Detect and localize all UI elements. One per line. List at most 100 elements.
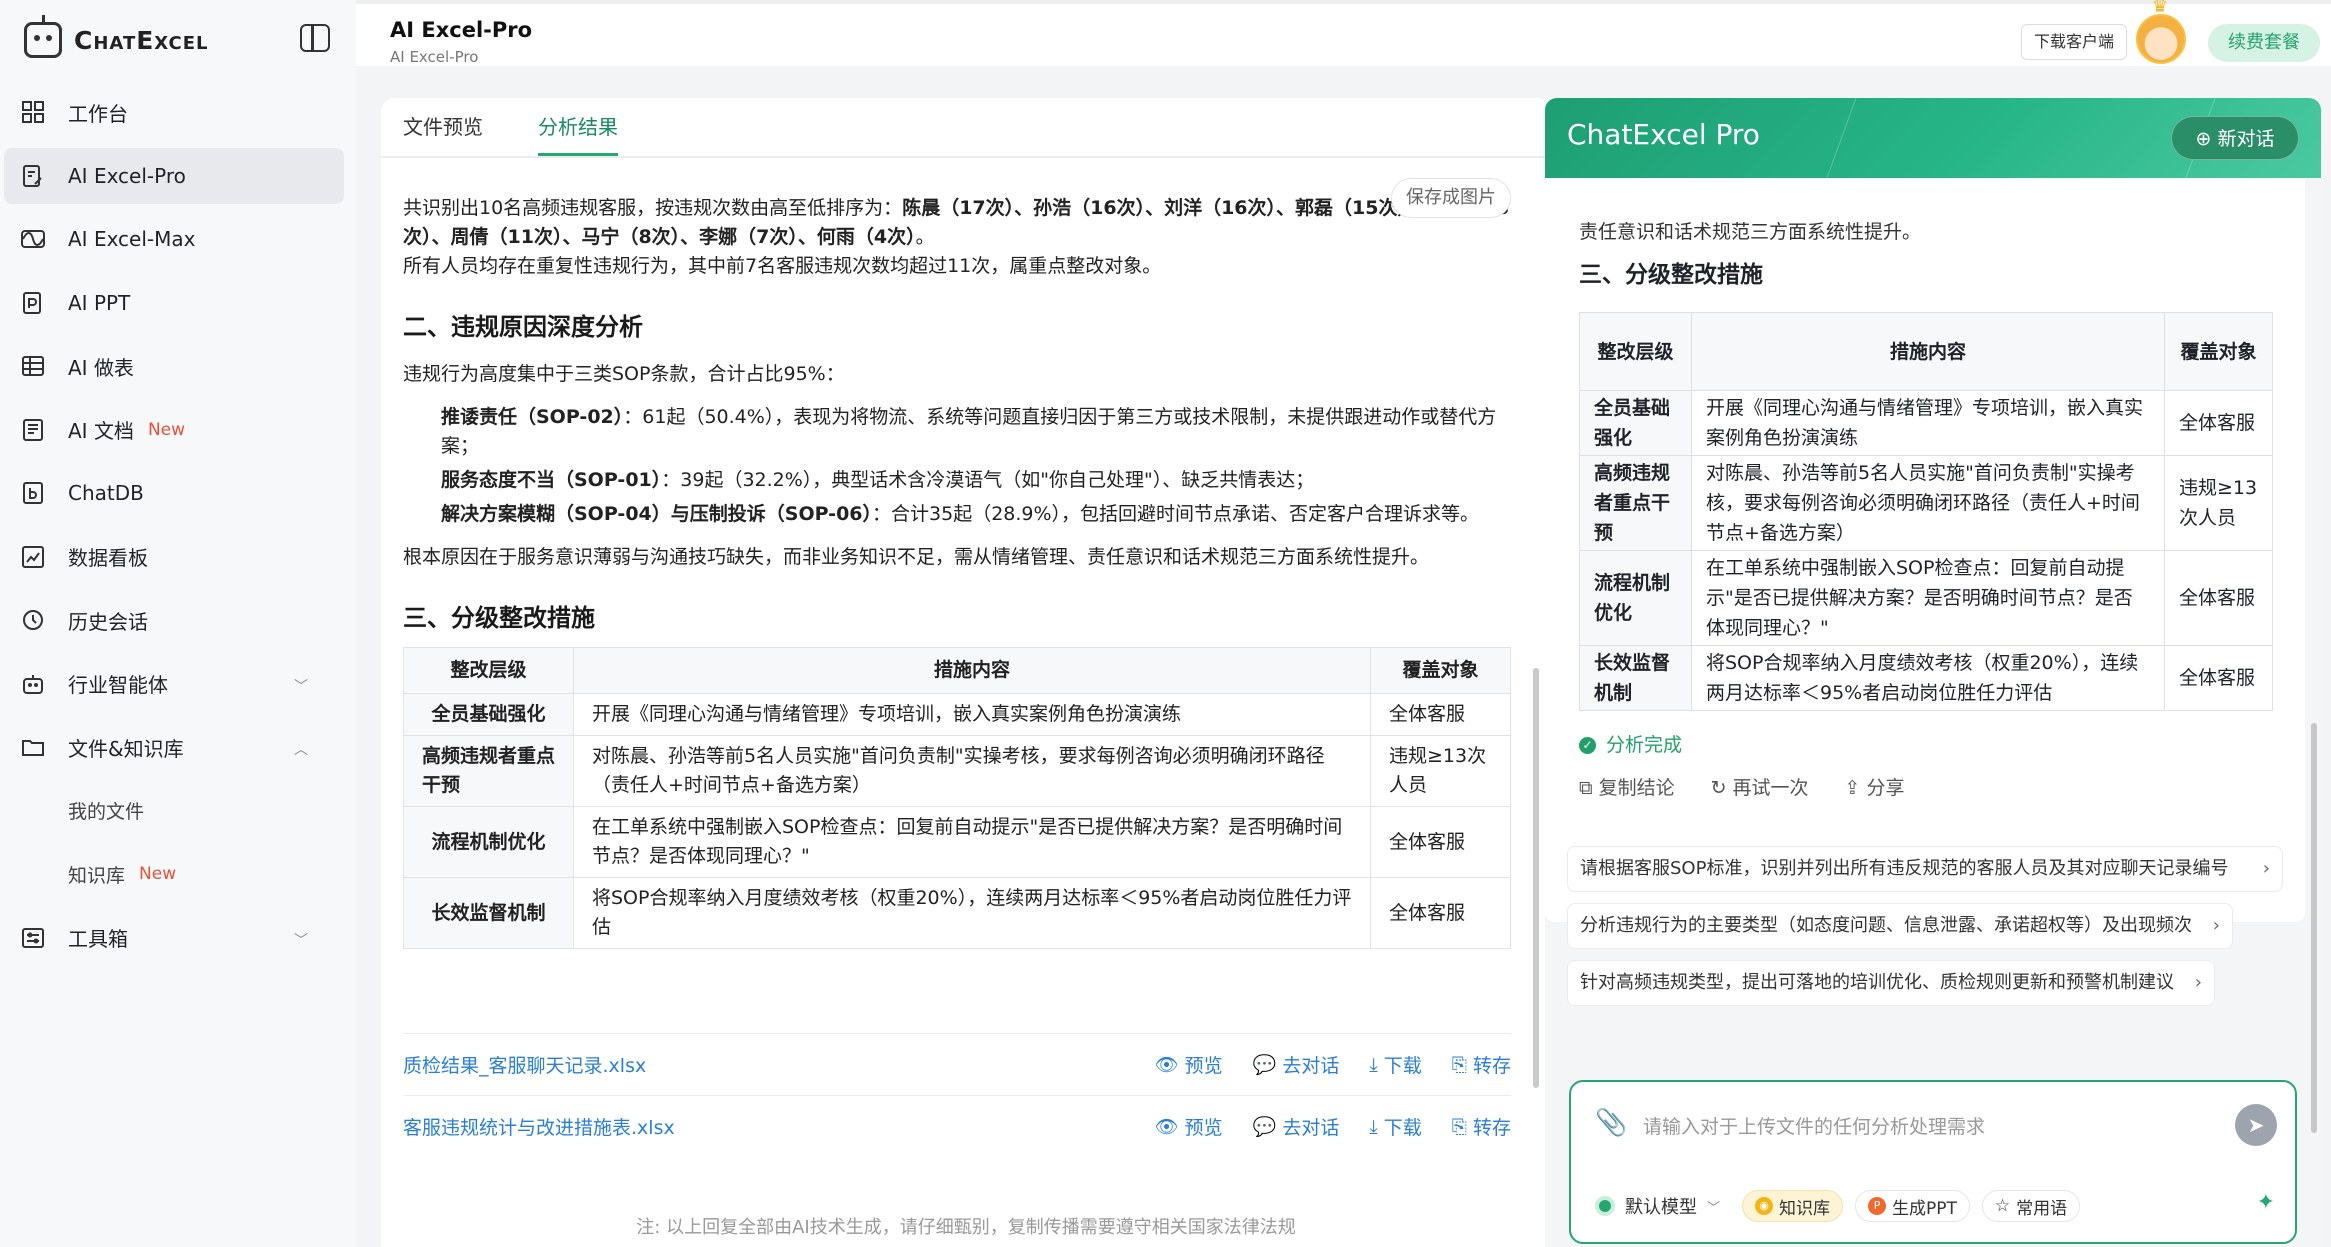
page-title: AI Excel-Pro (390, 18, 533, 42)
chevron-right-icon: › (2262, 858, 2270, 879)
grid-icon (20, 99, 46, 125)
chat-input[interactable]: 请输入对于上传文件的任何分析处理需求 (1643, 1112, 1985, 1139)
check-circle-icon: ✓ (1579, 737, 1596, 754)
status-badge: ✓ 分析完成 (1579, 731, 2281, 760)
sidebar-item-ai-excel-pro[interactable]: AI Excel-Pro (4, 147, 344, 204)
sidebar-item-ai-table[interactable]: AI 做表 (4, 338, 344, 394)
new-badge: New (139, 864, 177, 884)
ppt-badge-icon: P (1868, 1197, 1887, 1215)
sidebar-item-industry-agents[interactable]: 行业智能体 ﹀ (4, 656, 344, 712)
sidebar-item-label: 我的文件 (68, 801, 145, 823)
sidebar-item-chatdb[interactable]: ChatDB (4, 465, 344, 521)
chevron-up-icon: ︿ (294, 742, 308, 758)
chevron-down-icon: ﹀ (1707, 1200, 1721, 1216)
save-to-button[interactable]: ⎘ 转存 (1452, 1051, 1511, 1078)
download-client-button[interactable]: 下载客户端 (2021, 24, 2128, 60)
preview-button[interactable]: 👁 预览 (1155, 1113, 1223, 1140)
renew-plan-button[interactable]: 续费套餐 (2208, 24, 2320, 62)
sidebar-item-ai-ppt[interactable]: AI PPT (4, 275, 344, 331)
app-logo[interactable]: ChatExcel (24, 15, 209, 62)
top-header: AI Excel-Pro AI Excel-Pro 下载客户端 续费套餐 (356, 0, 2331, 66)
section-intro: 违规行为高度集中于三类SOP条款，合计占比95%： (403, 363, 845, 385)
chevron-right-icon: › (2194, 972, 2202, 993)
table-header: 措施内容 (573, 647, 1371, 694)
common-phrases-chip[interactable]: ☆ 常用语 (1981, 1190, 2081, 1222)
section-conclusion: 根本原因在于服务意识薄弱与沟通技巧缺失，而非业务知识不足，需从情绪管理、责任意识… (403, 546, 1430, 568)
sidebar-item-history[interactable]: 历史会话 (4, 592, 344, 648)
file-link[interactable]: 客服违规统计与改进措施表.xlsx (403, 1113, 1125, 1140)
table-row: 高频违规者重点干预 对陈晨、孙浩等前5名人员实施"首问负责制"实操考核，要求每例咨… (1579, 455, 2273, 551)
magic-wand-icon[interactable]: ✦ (2257, 1190, 2275, 1215)
scrollbar[interactable] (1533, 668, 1539, 1088)
suggestion-item[interactable]: 针对高频违规类型，提出可落地的培训优化、质检规则更新和预警机制建议 › (1567, 960, 2215, 1006)
sidebar-item-ai-doc[interactable]: AI 文档 New (4, 402, 344, 458)
retry-button[interactable]: ↻ 再试一次 (1711, 774, 1809, 803)
save-file-icon: ⎘ (1451, 1115, 1467, 1138)
sidebar-item-label: 行业智能体 (68, 673, 168, 697)
table-row: 全员基础强化 开展《同理心沟通与情绪管理》专项培训，嵌入真实案例角色扮演演练 全体客… (1579, 390, 2273, 456)
generate-ppt-chip[interactable]: P 生成PPT (1855, 1190, 1970, 1222)
scrollbar[interactable] (2311, 723, 2317, 1133)
ai-disclaimer: 注: 以上回复全部由AI技术生成，请仔细甄别，复制传播需要遵守相关国家法律法规 (636, 1217, 1296, 1238)
knowledge-base-chip[interactable]: ◉ 知识库 (1742, 1190, 1844, 1222)
sidebar-item-label: 工具箱 (68, 927, 128, 951)
file-link[interactable]: 质检结果_客服聊天记录.xlsx (403, 1051, 1125, 1078)
table-row: 流程机制优化 在工单系统中强制嵌入SOP检查点：回复前自动提示"是否已提供解决方案… (1579, 550, 2273, 646)
tab-divider (381, 156, 1551, 158)
suggestion-item[interactable]: 分析违规行为的主要类型（如态度问题、信息泄露、承诺超权等）及出现频次 › (1567, 903, 2233, 949)
answer-content: 责任意识和话术规范三方面系统性提升。 三、分级整改措施 整改层级 措施内容 覆盖… (1579, 221, 2281, 803)
suggestion-item[interactable]: 请根据客服SOP标准，识别并列出所有违反规范的客服人员及其对应聊天记录编号 › (1567, 846, 2283, 892)
table-icon (20, 353, 46, 379)
table-row: 高频违规者重点干预 对陈晨、孙浩等前5名人员实施"首问负责制"实操考核，要求每例咨… (403, 735, 1511, 807)
eye-icon: 👁 (1154, 1054, 1179, 1076)
sidebar-item-workbench[interactable]: 工作台 (4, 84, 344, 140)
tab-file-preview[interactable]: 文件预览 (403, 98, 483, 156)
summary-paragraph-2: 所有人员均存在重复性违规行为，其中前7名客服违规次数均超过11次，属重点整改对象… (403, 255, 1162, 277)
robot-logo-icon (24, 15, 62, 58)
copy-conclusion-button[interactable]: ⧉ 复制结论 (1579, 774, 1675, 803)
section-heading: 二、违规原因深度分析 (403, 313, 643, 341)
share-button[interactable]: ⇪ 分享 (1845, 774, 1905, 803)
star-icon: ☆ (1994, 1196, 2011, 1216)
download-icon: ⤓ (1369, 1053, 1378, 1076)
save-to-button[interactable]: ⎘ 转存 (1452, 1113, 1511, 1140)
sidebar-item-dashboard[interactable]: 数据看板 (4, 529, 344, 585)
chat-composer: 📎 请输入对于上传文件的任何分析处理需求 ➤ 默认模型 ﹀ ◉ 知识库 P 生成PP… (1569, 1080, 2297, 1244)
analysis-card: 文件预览 分析结果 共识别出10名高频违规客服，按违规次数由高至低排序为：陈晨（… (381, 98, 1551, 1247)
knowledge-base-icon: ◉ (1755, 1197, 1774, 1215)
answer-card: 责任意识和话术规范三方面系统性提升。 三、分级整改措施 整改层级 措施内容 覆盖… (1545, 178, 2305, 922)
history-icon (20, 607, 46, 633)
sidebar-subitem-knowledge-base[interactable]: 知识库 New (4, 846, 344, 902)
page-subtitle: AI Excel-Pro (390, 48, 479, 66)
avatar[interactable] (2136, 0, 2186, 64)
sidebar-item-ai-excel-max[interactable]: AI Excel-Max (4, 211, 344, 267)
preview-button[interactable]: 👁 预览 (1155, 1051, 1223, 1078)
database-icon (20, 480, 46, 506)
download-button[interactable]: ⤓ 下载 (1369, 1051, 1421, 1078)
new-chat-button[interactable]: ⊕ 新对话 (2171, 116, 2299, 160)
new-badge: New (147, 419, 186, 440)
model-selector[interactable]: 默认模型 ﹀ (1595, 1193, 1720, 1219)
model-status-icon (1595, 1196, 1615, 1216)
file-row: 客服违规统计与改进措施表.xlsx 👁 预览 💬 去对话 ⤓ 下载 ⎘ 转存 (403, 1095, 1511, 1157)
go-chat-button[interactable]: 💬 去对话 (1253, 1113, 1340, 1140)
table-row: 全员基础强化 开展《同理心沟通与情绪管理》专项培训，嵌入真实案例角色扮演演练 全体客… (403, 693, 1511, 736)
attachment-icon[interactable]: 📎 (1595, 1108, 1627, 1138)
send-button[interactable]: ➤ (2235, 1104, 2277, 1146)
answer-actions: ⧉ 复制结论 ↻ 再试一次 ⇪ 分享 (1579, 774, 2281, 803)
sidebar-item-files-kb[interactable]: 文件&知识库 ︿ (4, 719, 344, 775)
sidebar-item-toolbox[interactable]: 工具箱 ﹀ (4, 910, 344, 966)
tab-analysis-result[interactable]: 分析结果 (538, 98, 618, 156)
go-chat-button[interactable]: 💬 去对话 (1253, 1051, 1340, 1078)
robot-icon (20, 671, 46, 697)
download-button[interactable]: ⤓ 下载 (1369, 1113, 1421, 1140)
save-as-image-button[interactable]: 保存成图片 (1391, 178, 1511, 218)
sidebar-subitem-my-files[interactable]: 我的文件 (4, 783, 344, 839)
chat-panel-title: ChatExcel Pro (1567, 118, 1760, 151)
sidebar-toggle-icon[interactable] (300, 24, 330, 52)
sidebar-item-label: AI 文档 (68, 419, 134, 443)
file-row: 质检结果_客服聊天记录.xlsx 👁 预览 💬 去对话 ⤓ 下载 ⎘ 转存 (403, 1033, 1511, 1095)
sidebar-item-label: 文件&知识库 (68, 736, 184, 761)
header-decoration (1811, 98, 2231, 178)
table-row: 长效监督机制 将SOP合规率纳入月度绩效考核（权重20%），连续两月达标率＜95%… (1579, 645, 2273, 711)
